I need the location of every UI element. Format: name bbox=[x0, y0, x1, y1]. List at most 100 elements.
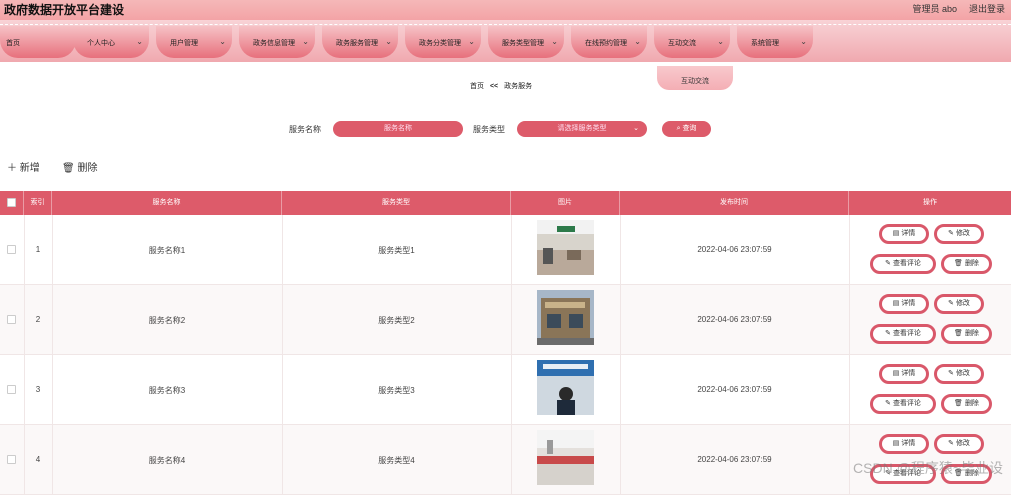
row-publish-time: 2022-04-06 23:07:59 bbox=[620, 245, 849, 254]
pencil-icon: ✎ bbox=[885, 260, 891, 267]
trash-icon: 🗑 bbox=[954, 260, 963, 267]
document-icon: ▤ bbox=[893, 370, 900, 377]
row-index: 2 bbox=[24, 315, 52, 324]
nav-item-gov-category[interactable]: 政务分类管理⌄ bbox=[405, 26, 481, 58]
service-type-select[interactable]: 请选择服务类型 ⌄ bbox=[517, 121, 647, 137]
edit-label: 修改 bbox=[956, 370, 970, 377]
chevron-down-icon: ⌄ bbox=[302, 37, 309, 46]
chevron-down-icon: ⌄ bbox=[634, 37, 641, 46]
nav-item-personal[interactable]: 个人中心⌄ bbox=[73, 26, 149, 58]
detail-label: 详情 bbox=[901, 370, 915, 377]
admin-user-label: 管理员 abo bbox=[912, 2, 957, 15]
edit-label: 修改 bbox=[956, 230, 970, 237]
edit-button[interactable]: ✎修改 bbox=[934, 434, 984, 454]
detail-button[interactable]: ▤详情 bbox=[879, 434, 929, 454]
service-type-label: 服务类型 bbox=[473, 124, 505, 135]
header-service-type: 服务类型 bbox=[282, 191, 511, 215]
row-service-name: 服务名称3 bbox=[52, 385, 282, 396]
search-button-label: 查询 bbox=[682, 125, 696, 132]
header-publish-time: 发布时间 bbox=[620, 191, 849, 215]
nav-item-users[interactable]: 用户管理⌄ bbox=[156, 26, 232, 58]
view-comments-button[interactable]: ✎查看评论 bbox=[870, 394, 936, 414]
chevron-down-icon: ⌄ bbox=[717, 37, 724, 46]
row-service-type: 服务类型4 bbox=[282, 455, 511, 466]
edit-label: 修改 bbox=[956, 440, 970, 447]
delete-label: 删除 bbox=[965, 260, 979, 267]
service-thumbnail[interactable] bbox=[537, 360, 594, 415]
header-operations: 操作 bbox=[849, 191, 1011, 215]
row-checkbox[interactable] bbox=[7, 315, 16, 324]
header-service-name: 服务名称 bbox=[52, 191, 282, 215]
search-button[interactable]: ⌕ 查询 bbox=[662, 121, 711, 137]
header-image: 图片 bbox=[511, 191, 620, 215]
header-select-all-cell bbox=[0, 191, 24, 215]
detail-button[interactable]: ▤详情 bbox=[879, 294, 929, 314]
service-type-placeholder: 请选择服务类型 bbox=[558, 125, 607, 132]
chevron-down-icon: ⌄ bbox=[136, 37, 143, 46]
nav-item-service-type[interactable]: 服务类型管理⌄ bbox=[488, 26, 564, 58]
detail-label: 详情 bbox=[901, 230, 915, 237]
document-icon: ▤ bbox=[893, 300, 900, 307]
row-checkbox[interactable] bbox=[7, 245, 16, 254]
select-all-checkbox[interactable] bbox=[7, 198, 16, 207]
row-service-type: 服务类型3 bbox=[282, 385, 511, 396]
delete-button[interactable]: 🗑删除 bbox=[941, 324, 992, 344]
pencil-icon: ✎ bbox=[885, 330, 891, 337]
add-button[interactable]: ＋ 新增 bbox=[7, 159, 40, 174]
edit-button[interactable]: ✎修改 bbox=[934, 224, 984, 244]
row-service-name: 服务名称2 bbox=[52, 315, 282, 326]
row-index: 3 bbox=[24, 385, 52, 394]
table-row: 1 服务名称1 服务类型1 2022-04-06 23:07:59 ▤详情 ✎修… bbox=[0, 215, 1011, 285]
service-thumbnail[interactable] bbox=[537, 290, 594, 345]
detail-button[interactable]: ▤详情 bbox=[879, 364, 929, 384]
search-icon: ⌕ bbox=[677, 125, 681, 132]
nav-item-gov-service[interactable]: 政务服务管理⌄ bbox=[322, 26, 398, 58]
breadcrumb-current: 政务服务 bbox=[504, 83, 532, 90]
bulk-delete-button[interactable]: 🗑 删除 bbox=[62, 159, 97, 174]
nav-dropdown-item[interactable]: 互动交流 bbox=[657, 66, 733, 90]
chevron-down-icon: ⌄ bbox=[633, 121, 639, 137]
nav-item-booking[interactable]: 在线预约管理⌄ bbox=[571, 26, 647, 58]
nav-item-system[interactable]: 系统管理⌄ bbox=[737, 26, 813, 58]
pencil-icon: ✎ bbox=[948, 230, 954, 237]
edit-button[interactable]: ✎修改 bbox=[934, 364, 984, 384]
view-comments-button[interactable]: ✎查看评论 bbox=[870, 254, 936, 274]
add-button-label: 新增 bbox=[20, 163, 40, 174]
service-name-input[interactable]: 服务名称 bbox=[333, 121, 463, 137]
nav-item-gov-info[interactable]: 政务信息管理⌄ bbox=[239, 26, 315, 58]
service-thumbnail[interactable] bbox=[537, 430, 594, 485]
top-header: 政府数据开放平台建设 管理员 abo 退出登录 bbox=[0, 0, 1011, 20]
breadcrumb-home[interactable]: 首页 bbox=[470, 83, 484, 90]
edit-label: 修改 bbox=[956, 300, 970, 307]
row-checkbox[interactable] bbox=[7, 455, 16, 464]
nav-divider bbox=[0, 24, 1011, 25]
comments-label: 查看评论 bbox=[893, 260, 921, 267]
delete-button-label: 删除 bbox=[77, 163, 97, 174]
nav-item-interaction[interactable]: 互动交流⌄ bbox=[654, 26, 730, 58]
delete-button[interactable]: 🗑删除 bbox=[941, 254, 992, 274]
edit-button[interactable]: ✎修改 bbox=[934, 294, 984, 314]
table-header: 索引 服务名称 服务类型 图片 发布时间 操作 bbox=[0, 191, 1011, 215]
plus-icon: ＋ bbox=[7, 163, 17, 174]
row-service-type: 服务类型2 bbox=[282, 315, 511, 326]
logout-link[interactable]: 退出登录 bbox=[969, 2, 1005, 15]
main-nav: 首页 个人中心⌄ 用户管理⌄ 政务信息管理⌄ 政务服务管理⌄ 政务分类管理⌄ 服… bbox=[0, 20, 1011, 62]
view-comments-button[interactable]: ✎查看评论 bbox=[870, 324, 936, 344]
trash-icon: 🗑 bbox=[954, 400, 963, 407]
pencil-icon: ✎ bbox=[948, 440, 954, 447]
comments-label: 查看评论 bbox=[893, 330, 921, 337]
row-index: 4 bbox=[24, 455, 52, 464]
pencil-icon: ✎ bbox=[948, 370, 954, 377]
nav-item-home[interactable]: 首页 bbox=[0, 26, 76, 58]
service-thumbnail[interactable] bbox=[537, 220, 594, 275]
row-service-name: 服务名称4 bbox=[52, 455, 282, 466]
chevron-down-icon: ⌄ bbox=[219, 37, 226, 46]
detail-button[interactable]: ▤详情 bbox=[879, 224, 929, 244]
chevron-down-icon: ⌄ bbox=[800, 37, 807, 46]
chevron-down-icon: ⌄ bbox=[551, 37, 558, 46]
delete-button[interactable]: 🗑删除 bbox=[941, 394, 992, 414]
delete-label: 删除 bbox=[965, 330, 979, 337]
row-publish-time: 2022-04-06 23:07:59 bbox=[620, 385, 849, 394]
chevron-down-icon: ⌄ bbox=[385, 37, 392, 46]
row-checkbox[interactable] bbox=[7, 385, 16, 394]
